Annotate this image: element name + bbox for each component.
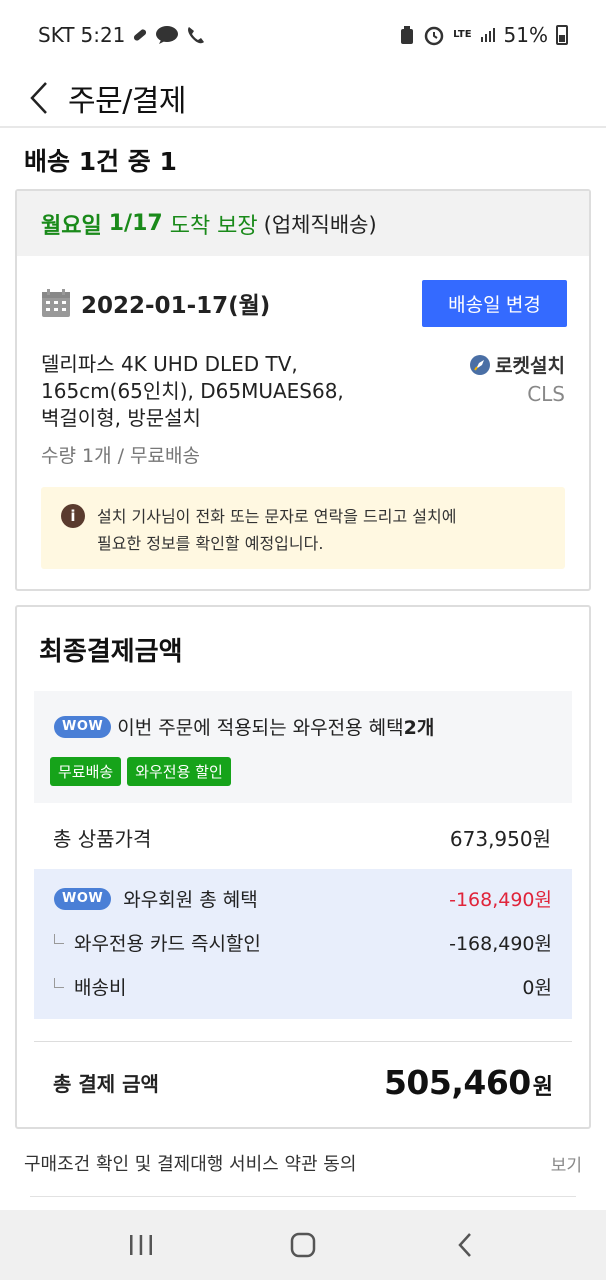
member-benefit-value: -168,490원 (449, 889, 552, 911)
product-name: 델리파스 4K UHD DLED TV, 165cm(65인치), D65MUA… (41, 351, 401, 432)
wow-badge: WOW (54, 887, 112, 910)
home-button[interactable] (273, 1215, 333, 1275)
phone-call-icon (185, 25, 207, 45)
chevron-left-icon (30, 82, 47, 114)
pill-icon (131, 26, 149, 44)
free-shipping-tag: 무료배송 (50, 757, 122, 786)
guarantee-day: 월요일 (41, 213, 102, 239)
quantity-shipping: 수량 1개 / 무료배송 (41, 445, 200, 467)
shipment-count-title: 배송 1건 중 1 (24, 147, 177, 176)
recent-apps-icon (130, 1235, 152, 1255)
calendar-icon (42, 289, 70, 317)
guarantee-label: 도착 보장 (169, 213, 258, 239)
grand-total-unit: 원 (532, 1075, 553, 1100)
terms-agreement-text: 구매조건 확인 및 결제대행 서비스 약관 동의 (24, 1154, 357, 1175)
divider (34, 1041, 572, 1042)
delivery-type: (업체직배송) (263, 212, 377, 237)
page-title: 주문/결제 (68, 84, 187, 119)
delivery-card: 월요일 1/17 도착 보장 (업체직배송) 2022-01-17(월) 배송일… (15, 189, 591, 591)
home-icon (290, 1232, 316, 1258)
shipping-fee-label: 배송비 (74, 977, 127, 999)
alarm-icon (423, 24, 445, 46)
product-total-value: 673,950원 (449, 827, 551, 851)
card-discount-row: 와우전용 카드 즉시할인 -168,490원 (54, 929, 552, 956)
wow-benefit-box: WOW 이번 주문에 적용되는 와우전용 혜택 2개 무료배송 와우전용 할인 (34, 691, 572, 803)
product-line: 165cm(65인치), D65MUAES68, (41, 379, 344, 403)
install-notice: i 설치 기사님이 전화 또는 문자로 연락을 드리고 설치에 필요한 정보를 … (41, 487, 565, 569)
sub-item-marker (54, 933, 64, 944)
notice-line: 설치 기사님이 전화 또는 문자로 연락을 드리고 설치에 (97, 507, 457, 526)
member-benefit-row: WOW 와우회원 총 혜택 -168,490원 (54, 885, 552, 912)
view-terms-link[interactable]: 보기 (551, 1151, 582, 1176)
delivery-date-row: 2022-01-17(월) 배송일 변경 (41, 279, 567, 327)
arrival-guarantee-bar: 월요일 1/17 도착 보장 (업체직배송) (17, 191, 589, 256)
app-header: 주문/결제 (0, 70, 606, 128)
signal-icon (480, 27, 496, 43)
product-line: 벽걸이형, 방문설치 (41, 406, 201, 430)
payment-summary-card: 최종결제금액 WOW 이번 주문에 적용되는 와우전용 혜택 2개 무료배송 와… (15, 605, 591, 1129)
grand-total-amount: 505,460 (383, 1063, 531, 1102)
recent-apps-button[interactable] (111, 1215, 171, 1275)
delivery-date: 2022-01-17(월) (81, 293, 271, 319)
back-button[interactable] (8, 69, 68, 127)
battery-icon (556, 25, 568, 45)
terms-agreement-row[interactable]: 구매조건 확인 및 결제대행 서비스 약관 동의 보기 (24, 1150, 582, 1176)
notice-line: 필요한 정보를 확인할 예정입니다. (97, 534, 324, 553)
rocket-icon (470, 354, 491, 375)
shipping-fee-value: 0원 (522, 977, 552, 999)
talk-icon (155, 25, 179, 45)
member-benefit-box: WOW 와우회원 총 혜택 -168,490원 와우전용 카드 즉시할인 -16… (34, 869, 572, 1019)
wow-badge: WOW (54, 715, 112, 738)
change-delivery-date-button[interactable]: 배송일 변경 (422, 279, 567, 327)
card-discount-label: 와우전용 카드 즉시할인 (74, 933, 261, 955)
system-nav-bar (0, 1210, 606, 1280)
shipping-fee-row: 배송비 0원 (54, 973, 552, 1000)
card-discount-value: -168,490원 (449, 933, 552, 955)
carrier-code: CLS (527, 382, 565, 406)
system-back-button[interactable] (435, 1215, 495, 1275)
back-arrow-icon (458, 1233, 471, 1257)
payment-title: 최종결제금액 (39, 637, 183, 667)
carrier-label: SKT (38, 23, 75, 47)
rocket-install-label: 로켓설치 (495, 355, 565, 377)
clock: 5:21 (80, 23, 126, 47)
grand-total-row: 총 결제 금액 505,460 원 (53, 1063, 553, 1102)
product-line: 델리파스 4K UHD DLED TV, (41, 352, 298, 376)
rocket-install-badge: 로켓설치 CLS (469, 351, 565, 406)
guarantee-date: 1/17 (108, 211, 163, 236)
wow-benefit-count: 2개 (403, 717, 435, 739)
status-bar: SKT 5:21 LTE 51% (0, 0, 606, 70)
wow-benefit-text: 이번 주문에 적용되는 와우전용 혜택 (117, 717, 404, 739)
member-benefit-label: 와우회원 총 혜택 (123, 889, 258, 911)
product-total-row: 총 상품가격 673,950원 (53, 823, 551, 852)
grand-total-label: 총 결제 금액 (53, 1072, 159, 1096)
wow-discount-tag: 와우전용 할인 (127, 757, 231, 786)
recycle-icon (399, 25, 415, 45)
info-icon: i (61, 504, 85, 528)
product-total-label: 총 상품가격 (53, 827, 152, 851)
divider (30, 1196, 576, 1197)
lte-icon: LTE (453, 29, 472, 40)
sub-item-marker (54, 977, 64, 988)
battery-percent: 51% (503, 23, 548, 47)
